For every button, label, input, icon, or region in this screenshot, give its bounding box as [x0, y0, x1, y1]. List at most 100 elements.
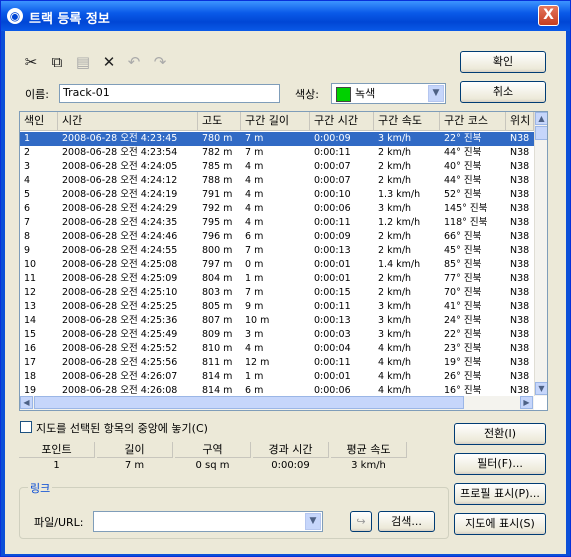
redo-icon[interactable]: ↷: [151, 53, 169, 71]
table-row[interactable]: 5 2008-06-28 오전 4:24:19 791 m 4 m 0:00:10 1.3…: [20, 188, 534, 202]
chevron-down-icon[interactable]: ▼: [305, 513, 321, 530]
table-row[interactable]: 2 2008-06-28 오전 4:23:54 782 m 7 m 0:00:11 2 k…: [20, 146, 534, 160]
cancel-button[interactable]: 취소: [460, 81, 546, 103]
cut-icon[interactable]: ✂: [22, 53, 40, 71]
table-row[interactable]: 18 2008-06-28 오전 4:26:07 814 m 1 m 0:00:01 4 …: [20, 370, 534, 384]
table-row[interactable]: 16 2008-06-28 오전 4:25:52 810 m 4 m 0:00:04 4 …: [20, 342, 534, 356]
cell-leg-course: 19° 진북: [444, 357, 482, 368]
cell-leg-length: 0 m: [245, 259, 264, 270]
invert-button[interactable]: 전환(I): [454, 423, 546, 445]
cell-leg-course: 44° 진북: [444, 175, 482, 186]
cell-leg-speed: 3 km/h: [378, 315, 412, 326]
cell-leg-course: 22° 진북: [444, 329, 482, 340]
scroll-up-icon[interactable]: ▲: [535, 112, 547, 125]
cell-altitude: 804 m: [202, 273, 233, 284]
center-checkbox-label[interactable]: 지도를 선택된 항목의 중앙에 놓기(C): [36, 420, 208, 436]
search-button[interactable]: 검색...: [378, 511, 435, 532]
table-row[interactable]: 10 2008-06-28 오전 4:25:08 797 m 0 m 0:00:01 1.…: [20, 258, 534, 272]
cell-index: 17: [24, 357, 37, 368]
col-leg-course[interactable]: 구간 코스: [440, 112, 506, 130]
cell-index: 10: [24, 259, 37, 270]
cell-index: 12: [24, 287, 37, 298]
cell-index: 14: [24, 315, 37, 326]
center-checkbox[interactable]: [20, 421, 32, 433]
scroll-down-icon[interactable]: ▼: [535, 382, 547, 395]
table-row[interactable]: 17 2008-06-28 오전 4:25:56 811 m 12 m 0:00:11 4…: [20, 356, 534, 370]
ok-button[interactable]: 확인: [460, 51, 546, 73]
col-index[interactable]: 색인: [20, 112, 58, 130]
title-bar[interactable]: ◉ 트랙 등록 정보 X: [1, 1, 570, 31]
cell-altitude: 805 m: [202, 301, 233, 312]
close-button[interactable]: X: [538, 5, 559, 26]
cell-index: 13: [24, 301, 37, 312]
table-row[interactable]: 13 2008-06-28 오전 4:25:25 805 m 9 m 0:00:11 3 …: [20, 300, 534, 314]
cell-leg-speed: 2 km/h: [378, 161, 412, 172]
name-field[interactable]: Track-01: [59, 84, 280, 103]
table-row[interactable]: 1 2008-06-28 오전 4:23:45 780 m 7 m 0:00:09 3 k…: [20, 132, 534, 146]
dialog-body: ✂ ⧉ ▤ ✕ ↶ ↷ 확인 취소 이름: Track-01 색상: 녹색 ▼ …: [5, 31, 566, 554]
scroll-right-icon[interactable]: ▶: [520, 396, 533, 409]
table-row[interactable]: 8 2008-06-28 오전 4:24:46 796 m 6 m 0:00:09 2 k…: [20, 230, 534, 244]
profile-button[interactable]: 프로필 표시(P)...: [454, 483, 546, 505]
scroll-thumb-h[interactable]: [34, 396, 464, 409]
file-url-field[interactable]: ▼: [93, 511, 323, 532]
table-row[interactable]: 9 2008-06-28 오전 4:24:55 800 m 7 m 0:00:13 2 k…: [20, 244, 534, 258]
paste-icon[interactable]: ▤: [74, 53, 92, 71]
undo-icon[interactable]: ↶: [125, 53, 143, 71]
cell-leg-time: 0:00:09: [314, 133, 351, 144]
cell-altitude: 780 m: [202, 133, 233, 144]
table-row[interactable]: 7 2008-06-28 오전 4:24:35 795 m 4 m 0:00:11 1.2…: [20, 216, 534, 230]
col-leg-time[interactable]: 구간 시간: [310, 112, 374, 130]
cell-leg-length: 3 m: [245, 329, 264, 340]
cell-leg-time: 0:00:01: [314, 371, 351, 382]
table-header: 색인 시간 고도 구간 길이 구간 시간 구간 속도 구간 코스 위치: [20, 112, 534, 131]
copy-icon[interactable]: ⧉: [48, 53, 66, 71]
cell-leg-time: 0:00:13: [314, 245, 351, 256]
table-row[interactable]: 6 2008-06-28 오전 4:24:29 792 m 4 m 0:00:06 3 k…: [20, 202, 534, 216]
scroll-left-icon[interactable]: ◀: [20, 396, 33, 409]
cell-leg-course: 45° 진북: [444, 245, 482, 256]
cell-leg-course: 40° 진북: [444, 161, 482, 172]
cell-time: 2008-06-28 오전 4:24:19: [62, 189, 178, 200]
cell-time: 2008-06-28 오전 4:25:49: [62, 329, 178, 340]
cell-leg-length: 1 m: [245, 273, 264, 284]
cell-leg-course: 52° 진북: [444, 189, 482, 200]
show-on-map-button[interactable]: 지도에 표시(S): [454, 513, 546, 535]
stat-points: 1: [53, 460, 60, 471]
col-leg-speed[interactable]: 구간 속도: [374, 112, 440, 130]
table-row[interactable]: 11 2008-06-28 오전 4:25:09 804 m 1 m 0:00:01 2 …: [20, 272, 534, 286]
cell-leg-speed: 3 km/h: [378, 329, 412, 340]
cell-time: 2008-06-28 오전 4:25:09: [62, 273, 178, 284]
track-points-table[interactable]: 색인 시간 고도 구간 길이 구간 시간 구간 속도 구간 코스 위치 1 200…: [19, 111, 548, 411]
table-row[interactable]: 4 2008-06-28 오전 4:24:12 788 m 4 m 0:00:07 2 k…: [20, 174, 534, 188]
cell-time: 2008-06-28 오전 4:24:05: [62, 161, 178, 172]
vertical-scrollbar[interactable]: ▲ ▼: [534, 112, 547, 396]
color-select[interactable]: 녹색 ▼: [331, 83, 446, 104]
cell-leg-time: 0:00:07: [314, 175, 351, 186]
col-leg-length[interactable]: 구간 길이: [241, 112, 310, 130]
go-link-icon[interactable]: ↪: [350, 511, 372, 532]
scroll-thumb[interactable]: [535, 126, 547, 140]
table-row[interactable]: 12 2008-06-28 오전 4:25:10 803 m 7 m 0:00:15 2 …: [20, 286, 534, 300]
cell-index: 11: [24, 273, 37, 284]
chevron-down-icon[interactable]: ▼: [428, 85, 444, 102]
filter-button[interactable]: 필터(F)...: [454, 453, 546, 475]
cell-leg-speed: 2 km/h: [378, 273, 412, 284]
delete-icon[interactable]: ✕: [100, 53, 118, 71]
cell-leg-speed: 3 km/h: [378, 133, 412, 144]
stat-header-points: 포인트: [19, 442, 95, 458]
col-altitude[interactable]: 고도: [198, 112, 241, 130]
cell-leg-course: 145° 진북: [444, 203, 488, 214]
stat-header-length: 길이: [97, 442, 173, 458]
horizontal-scrollbar[interactable]: ◀ ▶: [20, 396, 534, 410]
col-position[interactable]: 위치: [506, 112, 534, 130]
cell-leg-length: 10 m: [245, 315, 270, 326]
table-row[interactable]: 14 2008-06-28 오전 4:25:36 807 m 10 m 0:00:13 3…: [20, 314, 534, 328]
table-row[interactable]: 3 2008-06-28 오전 4:24:05 785 m 4 m 0:00:07 2 k…: [20, 160, 534, 174]
cell-leg-course: 70° 진북: [444, 287, 482, 298]
cell-leg-length: 7 m: [245, 245, 264, 256]
cell-leg-length: 4 m: [245, 175, 264, 186]
table-row[interactable]: 15 2008-06-28 오전 4:25:49 809 m 3 m 0:00:03 3 …: [20, 328, 534, 342]
col-time[interactable]: 시간: [58, 112, 198, 130]
cell-leg-course: 24° 진북: [444, 315, 482, 326]
